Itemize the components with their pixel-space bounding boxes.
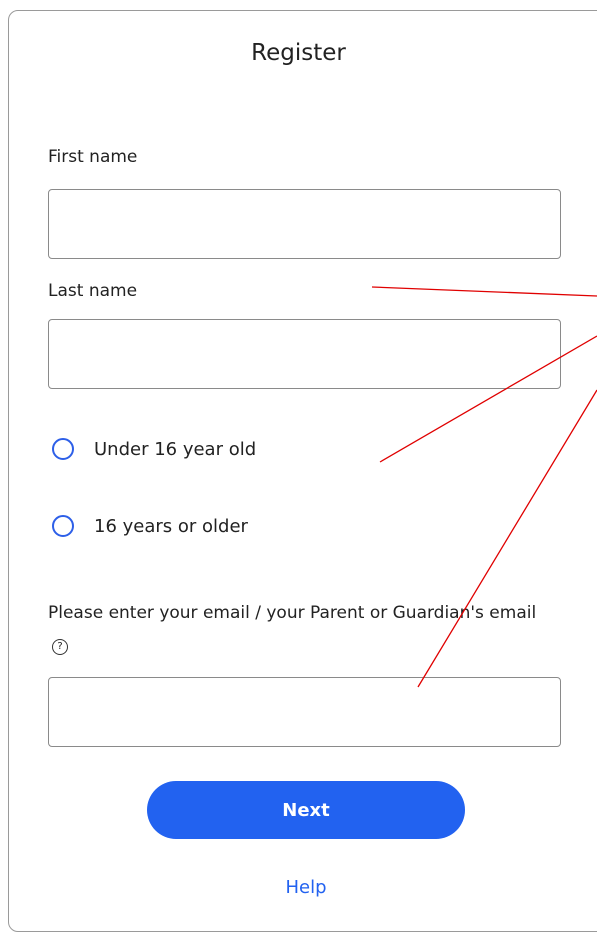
radio-under-16[interactable]: Under 16 year old bbox=[52, 434, 256, 464]
question-mark-icon[interactable]: ? bbox=[52, 639, 68, 655]
next-button[interactable]: Next bbox=[147, 781, 465, 839]
email-input[interactable] bbox=[48, 677, 561, 747]
register-page: Register First name Last name Under 16 y… bbox=[0, 0, 597, 943]
email-label: Please enter your email / your Parent or… bbox=[48, 597, 548, 661]
page-title: Register bbox=[251, 40, 346, 66]
radio-16-or-older-label: 16 years or older bbox=[94, 515, 248, 537]
radio-16-or-older[interactable]: 16 years or older bbox=[52, 511, 248, 541]
first-name-label: First name bbox=[48, 147, 138, 167]
last-name-input[interactable] bbox=[48, 319, 561, 389]
help-link[interactable]: Help bbox=[0, 877, 597, 898]
radio-16-or-older-circle[interactable] bbox=[52, 515, 74, 537]
email-label-text: Please enter your email / your Parent or… bbox=[48, 603, 537, 623]
last-name-label: Last name bbox=[48, 281, 138, 301]
first-name-input[interactable] bbox=[48, 189, 561, 259]
radio-under-16-label: Under 16 year old bbox=[94, 438, 257, 460]
radio-under-16-circle[interactable] bbox=[52, 438, 74, 460]
